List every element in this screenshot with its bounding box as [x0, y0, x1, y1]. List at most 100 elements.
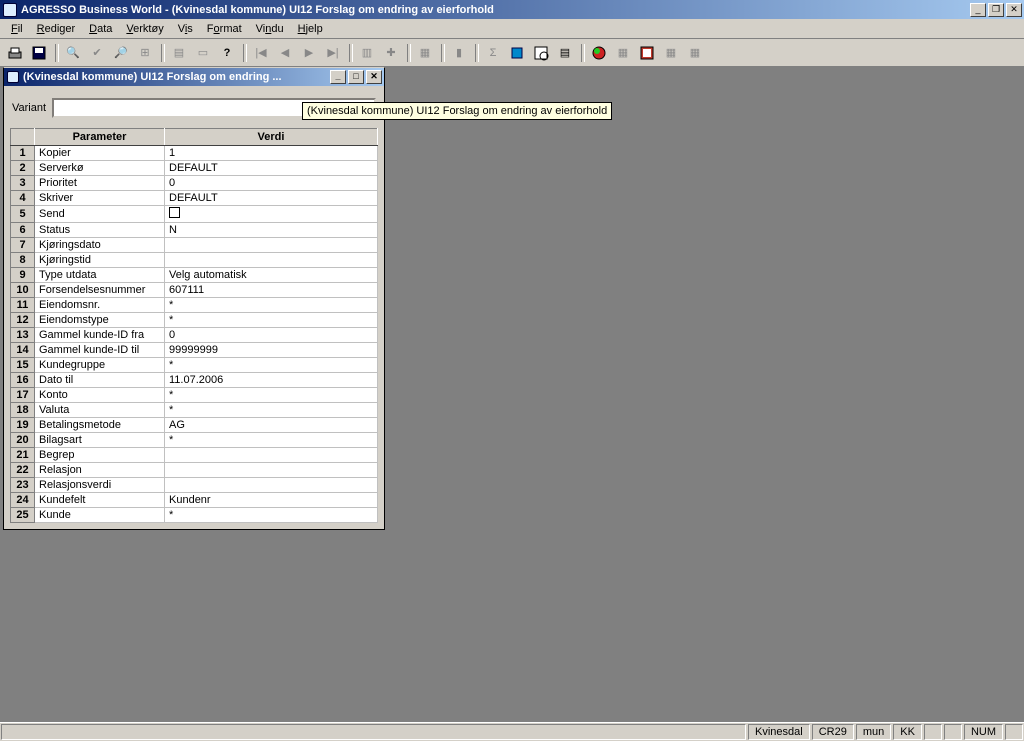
table-row[interactable]: 4SkriverDEFAULT	[11, 191, 378, 206]
row-number[interactable]: 17	[11, 388, 35, 403]
menu-format[interactable]: Format	[200, 21, 249, 37]
param-value-cell[interactable]: 1	[165, 146, 378, 161]
table-row[interactable]: 24KundefeltKundenr	[11, 493, 378, 508]
param-value-cell[interactable]: *	[165, 433, 378, 448]
menu-fil[interactable]: Fil	[4, 21, 30, 37]
param-value-cell[interactable]: Velg automatisk	[165, 268, 378, 283]
form-icon[interactable]: ▥	[356, 42, 378, 64]
menu-vindu[interactable]: Vindu	[249, 21, 291, 37]
row-number[interactable]: 9	[11, 268, 35, 283]
tree-icon[interactable]: ⊞	[134, 42, 156, 64]
row-number[interactable]: 4	[11, 191, 35, 206]
param-name-cell[interactable]: Dato til	[35, 373, 165, 388]
table-row[interactable]: 15Kundegruppe*	[11, 358, 378, 373]
param-name-cell[interactable]: Kundegruppe	[35, 358, 165, 373]
param-value-cell[interactable]: 11.07.2006	[165, 373, 378, 388]
grid-icon[interactable]: ▦	[414, 42, 436, 64]
row-number[interactable]: 10	[11, 283, 35, 298]
last-icon[interactable]: ▶|	[322, 42, 344, 64]
row-number[interactable]: 20	[11, 433, 35, 448]
table-header-verdi[interactable]: Verdi	[165, 129, 378, 146]
param-name-cell[interactable]: Relasjonsverdi	[35, 478, 165, 493]
child-maximize-button[interactable]: □	[348, 70, 364, 84]
check-icon[interactable]: ✔	[86, 42, 108, 64]
param-name-cell[interactable]: Relasjon	[35, 463, 165, 478]
table-row[interactable]: 17Konto*	[11, 388, 378, 403]
param-value-cell[interactable]: *	[165, 508, 378, 523]
table3-icon[interactable]: ▦	[684, 42, 706, 64]
menu-data[interactable]: Data	[82, 21, 119, 37]
table-row[interactable]: 11Eiendomsnr.*	[11, 298, 378, 313]
param-value-cell[interactable]	[165, 463, 378, 478]
param-name-cell[interactable]: Status	[35, 223, 165, 238]
row-number[interactable]: 23	[11, 478, 35, 493]
param-name-cell[interactable]: Gammel kunde-ID fra	[35, 328, 165, 343]
save-icon[interactable]	[28, 42, 50, 64]
window-icon[interactable]: ▭	[192, 42, 214, 64]
table-row[interactable]: 3Prioritet0	[11, 176, 378, 191]
help-icon[interactable]: ?	[216, 42, 238, 64]
param-value-cell[interactable]: *	[165, 403, 378, 418]
table1-icon[interactable]: ▦	[612, 42, 634, 64]
row-number[interactable]: 19	[11, 418, 35, 433]
report-icon[interactable]: ▤	[554, 42, 576, 64]
export-icon[interactable]	[506, 42, 528, 64]
row-number[interactable]: 6	[11, 223, 35, 238]
param-name-cell[interactable]: Kunde	[35, 508, 165, 523]
table-row[interactable]: 22Relasjon	[11, 463, 378, 478]
table-row[interactable]: 1Kopier1	[11, 146, 378, 161]
table-row[interactable]: 10Forsendelsesnummer607111	[11, 283, 378, 298]
zoom-icon[interactable]: 🔎	[110, 42, 132, 64]
row-number[interactable]: 2	[11, 161, 35, 176]
first-icon[interactable]: |◀	[250, 42, 272, 64]
param-name-cell[interactable]: Kopier	[35, 146, 165, 161]
param-value-cell[interactable]: 99999999	[165, 343, 378, 358]
row-number[interactable]: 1	[11, 146, 35, 161]
table-row[interactable]: 7Kjøringsdato	[11, 238, 378, 253]
table-row[interactable]: 21Begrep	[11, 448, 378, 463]
param-value-cell[interactable]: 607111	[165, 283, 378, 298]
row-number[interactable]: 13	[11, 328, 35, 343]
param-value-cell[interactable]	[165, 206, 378, 223]
param-name-cell[interactable]: Begrep	[35, 448, 165, 463]
param-name-cell[interactable]: Type utdata	[35, 268, 165, 283]
table-row[interactable]: 16Dato til11.07.2006	[11, 373, 378, 388]
param-value-cell[interactable]: AG	[165, 418, 378, 433]
param-name-cell[interactable]: Gammel kunde-ID til	[35, 343, 165, 358]
param-value-cell[interactable]	[165, 478, 378, 493]
row-number[interactable]: 25	[11, 508, 35, 523]
row-number[interactable]: 5	[11, 206, 35, 223]
param-value-cell[interactable]: *	[165, 298, 378, 313]
child-close-button[interactable]: ✕	[366, 70, 382, 84]
row-number[interactable]: 8	[11, 253, 35, 268]
globe-icon[interactable]	[588, 42, 610, 64]
row-number[interactable]: 18	[11, 403, 35, 418]
props-icon[interactable]	[636, 42, 658, 64]
child-titlebar[interactable]: (Kvinesdal kommune) UI12 Forslag om endr…	[4, 68, 384, 86]
menu-hjelp[interactable]: Hjelp	[291, 21, 330, 37]
param-name-cell[interactable]: Valuta	[35, 403, 165, 418]
param-name-cell[interactable]: Kjøringstid	[35, 253, 165, 268]
param-value-cell[interactable]: *	[165, 358, 378, 373]
param-name-cell[interactable]: Forsendelsesnummer	[35, 283, 165, 298]
row-number[interactable]: 21	[11, 448, 35, 463]
table-row[interactable]: 25Kunde*	[11, 508, 378, 523]
param-name-cell[interactable]: Bilagsart	[35, 433, 165, 448]
param-name-cell[interactable]: Kundefelt	[35, 493, 165, 508]
table-row[interactable]: 23Relasjonsverdi	[11, 478, 378, 493]
row-number[interactable]: 11	[11, 298, 35, 313]
row-number[interactable]: 12	[11, 313, 35, 328]
param-name-cell[interactable]: Eiendomsnr.	[35, 298, 165, 313]
param-name-cell[interactable]: Eiendomstype	[35, 313, 165, 328]
table-row[interactable]: 2ServerkøDEFAULT	[11, 161, 378, 176]
close-button[interactable]: ✕	[1006, 3, 1022, 17]
new-icon[interactable]: ✚	[380, 42, 402, 64]
param-name-cell[interactable]: Skriver	[35, 191, 165, 206]
menu-vis[interactable]: Vis	[171, 21, 200, 37]
sigma-icon[interactable]: Σ	[482, 42, 504, 64]
child-minimize-button[interactable]: _	[330, 70, 346, 84]
param-name-cell[interactable]: Prioritet	[35, 176, 165, 191]
row-number[interactable]: 3	[11, 176, 35, 191]
table-row[interactable]: 5Send	[11, 206, 378, 223]
row-number[interactable]: 24	[11, 493, 35, 508]
